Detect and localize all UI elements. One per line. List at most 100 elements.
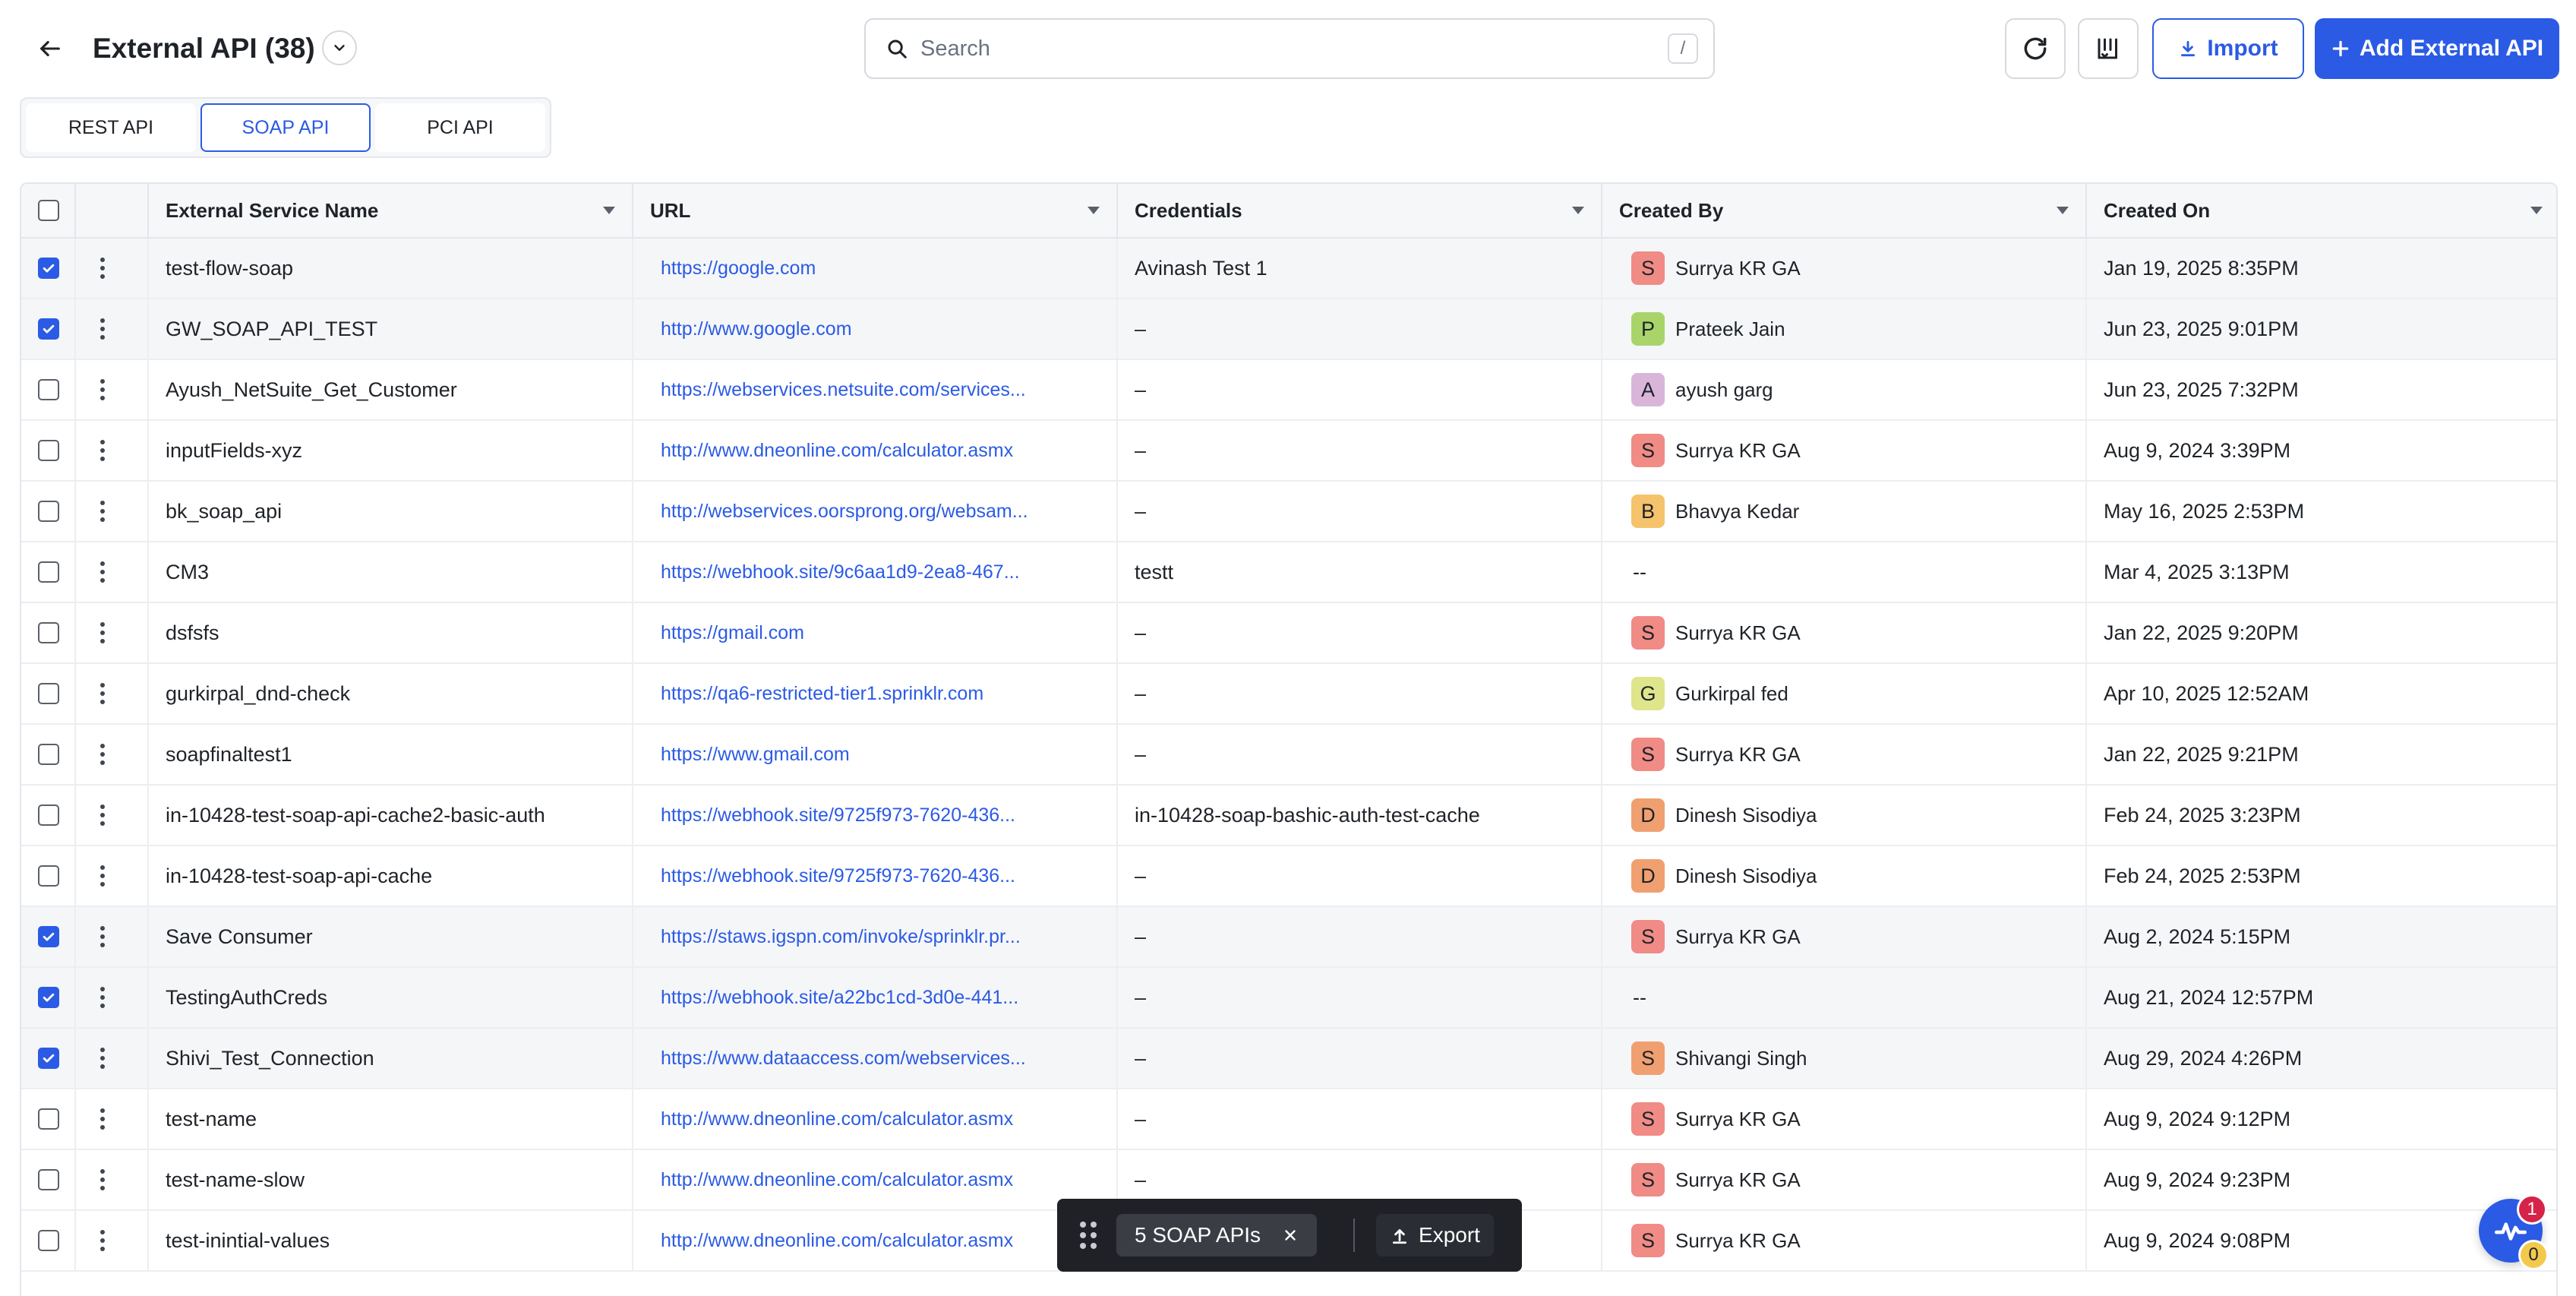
service-name[interactable]: test-name-slow xyxy=(166,1168,305,1192)
caret-down-icon[interactable] xyxy=(2530,207,2543,214)
row-checkbox[interactable] xyxy=(38,501,59,522)
row-checkbox[interactable] xyxy=(38,379,59,400)
service-name[interactable]: in-10428-test-soap-api-cache2-basic-auth xyxy=(166,804,545,827)
row-checkbox[interactable] xyxy=(38,926,59,947)
more-options-icon[interactable] xyxy=(100,501,106,522)
more-options-icon[interactable] xyxy=(100,744,106,765)
column-header-credentials[interactable]: Credentials xyxy=(1118,184,1602,237)
row-checkbox[interactable] xyxy=(38,804,59,826)
row-checkbox[interactable] xyxy=(38,622,59,643)
tab-pci-api[interactable]: PCI API xyxy=(375,103,545,152)
more-options-icon[interactable] xyxy=(100,1230,106,1251)
url-link[interactable]: http://www.dneonline.com/calculator.asmx xyxy=(661,1169,1013,1191)
more-options-icon[interactable] xyxy=(100,622,106,643)
url-link[interactable]: https://staws.igspn.com/invoke/sprinklr.… xyxy=(661,926,1021,948)
more-options-icon[interactable] xyxy=(100,804,106,826)
table-row[interactable]: TestingAuthCreds https://webhook.site/a22… xyxy=(21,968,2556,1029)
table-row[interactable]: in-10428-test-soap-api-cache https://webh… xyxy=(21,846,2556,907)
url-link[interactable]: https://webhook.site/9c6aa1d9-2ea8-467..… xyxy=(661,561,1020,583)
caret-down-icon[interactable] xyxy=(1572,207,1584,214)
caret-down-icon[interactable] xyxy=(1088,207,1100,214)
search-input[interactable] xyxy=(920,36,1668,62)
url-link[interactable]: https://www.dataaccess.com/webservices..… xyxy=(661,1048,1026,1070)
service-name[interactable]: dsfsfs xyxy=(166,621,219,645)
row-checkbox[interactable] xyxy=(38,865,59,887)
url-link[interactable]: https://gmail.com xyxy=(661,622,804,644)
table-row[interactable]: test-flow-soap https://google.com Avinash … xyxy=(21,239,2556,299)
add-external-api-button[interactable]: Add External API xyxy=(2315,18,2559,79)
more-options-icon[interactable] xyxy=(100,561,106,583)
row-checkbox[interactable] xyxy=(38,683,59,704)
more-options-icon[interactable] xyxy=(100,318,106,340)
row-checkbox[interactable] xyxy=(38,561,59,583)
url-link[interactable]: http://www.dneonline.com/calculator.asmx xyxy=(661,1230,1013,1252)
service-name[interactable]: Ayush_NetSuite_Get_Customer xyxy=(166,378,457,402)
table-row[interactable]: Shivi_Test_Connection https://www.dataacc… xyxy=(21,1029,2556,1089)
service-name[interactable]: test-inintial-values xyxy=(166,1229,330,1253)
back-button[interactable] xyxy=(30,29,70,68)
service-name[interactable]: Shivi_Test_Connection xyxy=(166,1047,374,1070)
caret-down-icon[interactable] xyxy=(603,207,615,214)
row-checkbox[interactable] xyxy=(38,1169,59,1190)
row-checkbox[interactable] xyxy=(38,258,59,279)
row-checkbox[interactable] xyxy=(38,440,59,461)
table-row[interactable]: CM3 https://webhook.site/9c6aa1d9-2ea8-46… xyxy=(21,542,2556,603)
table-row[interactable]: test-name http://www.dneonline.com/calcul… xyxy=(21,1089,2556,1150)
table-row[interactable]: GW_SOAP_API_TEST http://www.google.com – P P… xyxy=(21,299,2556,360)
more-options-icon[interactable] xyxy=(100,865,106,887)
service-name[interactable]: CM3 xyxy=(166,561,209,584)
table-row[interactable]: inputFields-xyz http://www.dneonline.com/… xyxy=(21,421,2556,482)
more-options-icon[interactable] xyxy=(100,379,106,400)
more-options-icon[interactable] xyxy=(100,440,106,461)
tab-rest-api[interactable]: REST API xyxy=(26,103,196,152)
url-link[interactable]: http://www.dneonline.com/calculator.asmx xyxy=(661,1108,1013,1130)
row-checkbox[interactable] xyxy=(38,987,59,1008)
more-options-icon[interactable] xyxy=(100,258,106,279)
service-name[interactable]: test-flow-soap xyxy=(166,257,293,280)
table-row[interactable]: bk_soap_api http://webservices.oorsprong.… xyxy=(21,482,2556,542)
url-link[interactable]: https://qa6-restricted-tier1.sprinklr.co… xyxy=(661,683,983,705)
more-options-icon[interactable] xyxy=(100,1048,106,1069)
column-header-created-on[interactable]: Created On xyxy=(2087,184,2556,237)
table-row[interactable]: in-10428-test-soap-api-cache2-basic-auth… xyxy=(21,786,2556,846)
caret-down-icon[interactable] xyxy=(2057,207,2069,214)
table-row[interactable]: soapfinaltest1 https://www.gmail.com – S Sur… xyxy=(21,725,2556,786)
more-options-icon[interactable] xyxy=(100,926,106,947)
url-link[interactable]: https://webhook.site/9725f973-7620-436..… xyxy=(661,865,1015,887)
refresh-button[interactable] xyxy=(2005,18,2066,79)
title-dropdown-button[interactable] xyxy=(322,30,357,65)
row-checkbox[interactable] xyxy=(38,1230,59,1251)
row-checkbox[interactable] xyxy=(38,1108,59,1130)
url-link[interactable]: http://www.google.com xyxy=(661,318,852,340)
column-settings-button[interactable] xyxy=(2078,18,2139,79)
url-link[interactable]: http://webservices.oorsprong.org/websam.… xyxy=(661,501,1028,523)
service-name[interactable]: GW_SOAP_API_TEST xyxy=(166,318,377,341)
url-link[interactable]: http://www.dneonline.com/calculator.asmx xyxy=(661,440,1013,462)
row-checkbox[interactable] xyxy=(38,744,59,765)
column-header-created-by[interactable]: Created By xyxy=(1602,184,2087,237)
more-options-icon[interactable] xyxy=(100,1169,106,1190)
row-checkbox[interactable] xyxy=(38,1048,59,1069)
tab-soap-api[interactable]: SOAP API xyxy=(200,103,371,152)
service-name[interactable]: inputFields-xyz xyxy=(166,439,302,463)
service-name[interactable]: TestingAuthCreds xyxy=(166,986,327,1010)
service-name[interactable]: in-10428-test-soap-api-cache xyxy=(166,865,432,888)
url-link[interactable]: https://webhook.site/a22bc1cd-3d0e-441..… xyxy=(661,987,1018,1009)
url-link[interactable]: https://google.com xyxy=(661,258,816,280)
service-name[interactable]: test-name xyxy=(166,1108,257,1131)
export-button[interactable]: Export xyxy=(1376,1214,1494,1256)
row-checkbox[interactable] xyxy=(38,318,59,340)
more-options-icon[interactable] xyxy=(100,1108,106,1130)
more-options-icon[interactable] xyxy=(100,987,106,1008)
select-all-checkbox[interactable] xyxy=(38,200,59,221)
column-header-url[interactable]: URL xyxy=(633,184,1118,237)
drag-handle-icon[interactable] xyxy=(1080,1222,1097,1249)
service-name[interactable]: Save Consumer xyxy=(166,925,313,949)
close-icon[interactable] xyxy=(1282,1227,1299,1244)
url-link[interactable]: https://www.gmail.com xyxy=(661,744,850,766)
service-name[interactable]: gurkirpal_dnd-check xyxy=(166,682,350,706)
table-row[interactable]: Save Consumer https://staws.igspn.com/inv… xyxy=(21,907,2556,968)
table-row[interactable]: Ayush_NetSuite_Get_Customer https://webse… xyxy=(21,360,2556,421)
table-row[interactable]: gurkirpal_dnd-check https://qa6-restricte… xyxy=(21,664,2556,725)
more-options-icon[interactable] xyxy=(100,683,106,704)
